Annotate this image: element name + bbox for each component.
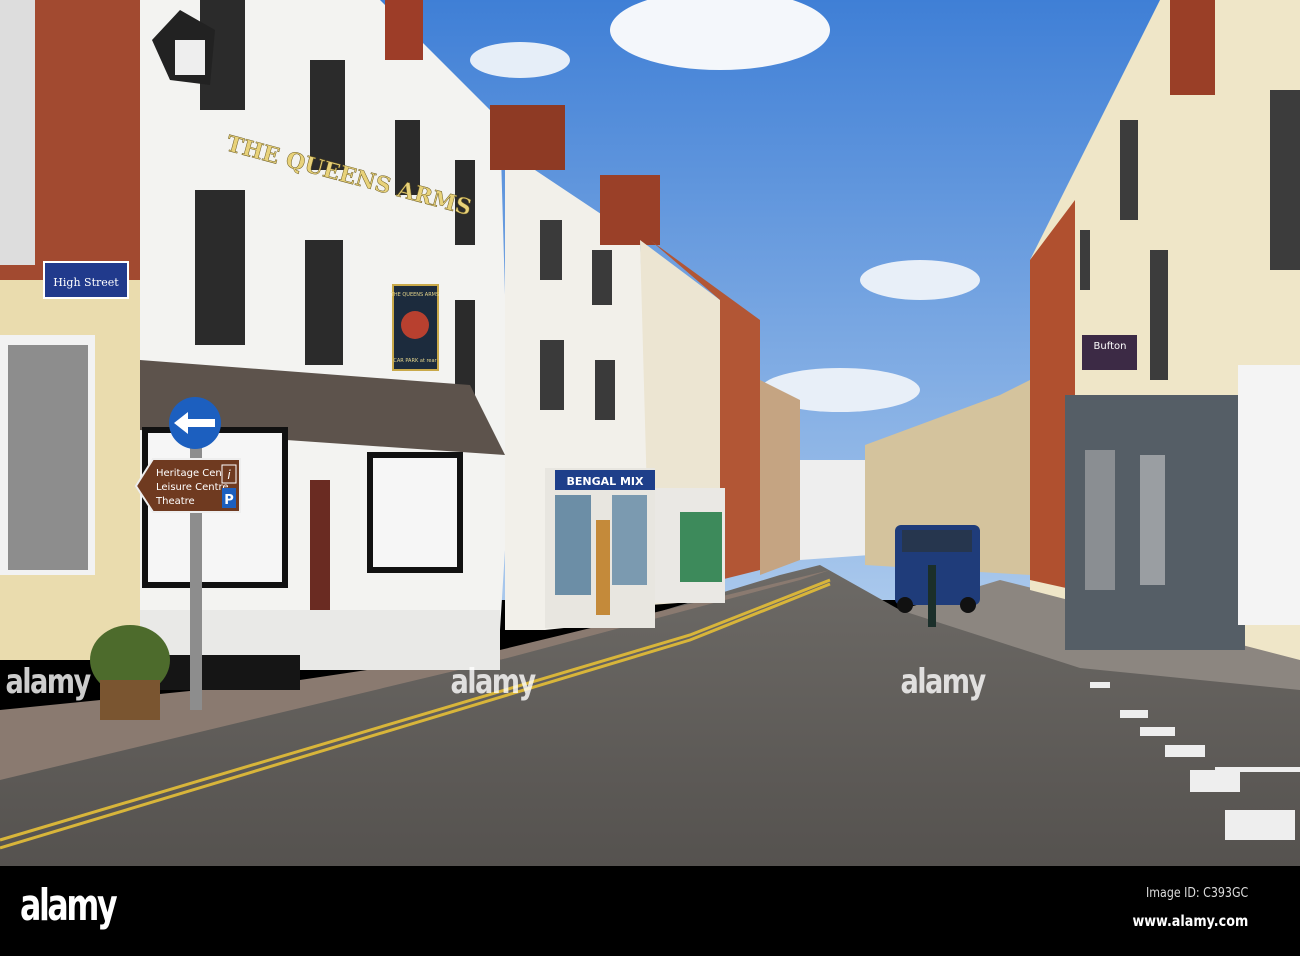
shop-window: [1085, 450, 1115, 590]
parking-icon-glyph: P: [224, 493, 234, 508]
chimney: [600, 175, 660, 245]
photo: THE QUEENS ARMS THE QUEENS ARMS CAR PARK…: [0, 0, 1300, 956]
bollard: [928, 565, 936, 627]
bay-window: [367, 452, 463, 573]
tudor-building: [800, 460, 870, 560]
watermark: alamy: [900, 662, 987, 702]
street-scene: THE QUEENS ARMS THE QUEENS ARMS CAR PARK…: [0, 0, 1300, 866]
watermark: alamy: [450, 662, 537, 702]
window: [0, 0, 35, 265]
street-sign-label: High Street: [53, 276, 119, 289]
pub-door: [310, 480, 330, 630]
image-id: Image ID: C393GC: [1145, 886, 1248, 901]
watermark: alamy: [5, 662, 92, 702]
shop-window: [1140, 455, 1165, 585]
cloud: [470, 42, 570, 78]
shop-window: [1238, 365, 1300, 625]
shop-window: [612, 495, 647, 585]
chimney: [385, 0, 423, 60]
window: [8, 345, 88, 570]
planter-tub: [100, 680, 160, 720]
shop-sign: BENGAL MIX: [566, 475, 644, 488]
tourist-sign-line: Theatre: [155, 496, 195, 507]
chimney: [490, 105, 565, 170]
chimney: [1170, 0, 1215, 95]
footer-bar: alamy Image ID: C393GC www.alamy.com: [0, 866, 1300, 956]
shop-window: [555, 495, 591, 595]
cloud: [860, 260, 980, 300]
website-url: www.alamy.com: [1132, 912, 1248, 930]
hanging-sign-bottom: CAR PARK at rear: [393, 358, 437, 364]
shop-window: [680, 512, 722, 582]
alamy-logo: alamy: [20, 880, 118, 931]
estate-agent-sign: Bufton: [1094, 341, 1127, 352]
tourist-sign-line: Leisure Centre: [156, 482, 229, 493]
shop-door: [596, 520, 610, 615]
coat-of-arms: [401, 311, 429, 339]
distant-buildings: [760, 380, 800, 575]
parked-van: [895, 525, 980, 613]
hanging-sign-top: THE QUEENS ARMS: [390, 292, 439, 298]
